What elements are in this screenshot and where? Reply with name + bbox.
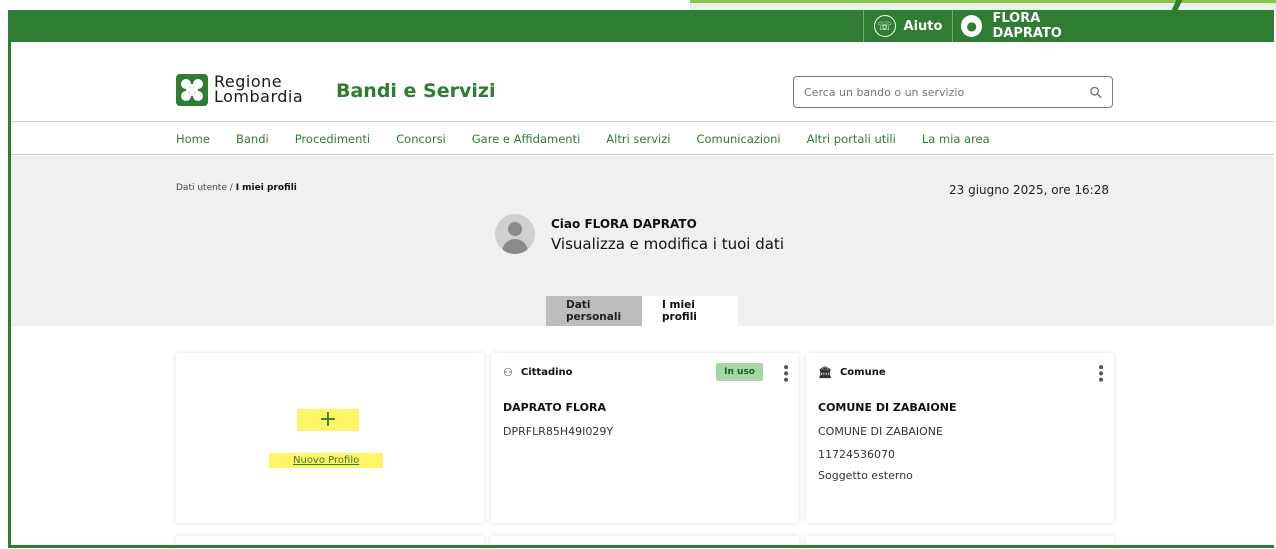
breadcrumb-current: I miei profili (235, 183, 297, 193)
user-icon: ● (961, 15, 983, 37)
card-header: 🏛 Comune (818, 366, 886, 379)
nav-item-altri-portali[interactable]: Altri portali utili (807, 132, 896, 146)
nav-item-altri-servizi[interactable]: Altri servizi (606, 132, 670, 146)
avatar (495, 214, 535, 254)
phone-icon: ☏ (873, 15, 896, 37)
avatar-body (502, 239, 528, 254)
help-button[interactable]: ☏ Aiuto (863, 10, 953, 42)
vat-number: 11724536070 (818, 448, 895, 461)
user-name: FLORA DAPRATO (992, 11, 1062, 41)
profile-card-partial[interactable] (806, 536, 1114, 545)
profile-card-partial[interactable] (491, 536, 799, 545)
breadcrumb-parent[interactable]: Dati utente (176, 183, 227, 193)
citizen-icon: ⚇ (503, 366, 513, 379)
status-badge: In uso (716, 363, 763, 381)
nav-item-bandi[interactable]: Bandi (236, 132, 269, 146)
page-title: Visualizza e modifica i tuoi dati (551, 235, 784, 253)
subject-type: Soggetto esterno (818, 469, 913, 482)
main-nav: Home Bandi Procedimenti Concorsi Gare e … (11, 121, 1274, 155)
comune-profile-card[interactable]: 🏛 Comune ••• COMUNE DI ZABAIONE COMUNE D… (806, 353, 1114, 523)
breadcrumb-separator: / (229, 183, 233, 193)
search-box[interactable]: ⚲ (793, 76, 1113, 108)
card-type: Cittadino (520, 367, 573, 378)
nav-item-concorsi[interactable]: Concorsi (396, 132, 446, 146)
entity-name: COMUNE DI ZABAIONE (818, 425, 943, 438)
help-label: Aiuto (903, 18, 943, 34)
page-frame: ☏ Aiuto ● FLORA DAPRATO Regione Lombardi… (8, 10, 1274, 548)
site-header: Regione Lombardia Bandi e Servizi ⚲ (11, 42, 1274, 130)
nav-item-home[interactable]: Home (176, 132, 210, 146)
site-brand[interactable]: Bandi e Servizi (336, 80, 495, 102)
building-icon: 🏛 (818, 366, 832, 379)
top-bar: ☏ Aiuto ● FLORA DAPRATO (11, 10, 1274, 42)
more-options-icon[interactable]: ••• (777, 363, 793, 382)
tab-miei-profili[interactable]: I miei profili (642, 296, 738, 326)
search-icon[interactable]: ⚲ (1085, 81, 1107, 103)
card-header: ⚇ Cittadino (503, 366, 573, 379)
cards-area: + Nuovo Profilo ⚇ Cittadino In uso ••• D… (11, 326, 1274, 545)
search-input[interactable] (804, 85, 1091, 99)
nav-item-comunicazioni[interactable]: Comunicazioni (696, 132, 780, 146)
profile-card-partial[interactable] (176, 536, 484, 545)
profile-name: DAPRATO FLORA (503, 401, 606, 414)
user-menu-button[interactable]: ● FLORA DAPRATO (961, 10, 1111, 42)
tab-dati-personali[interactable]: Dati personali (546, 296, 642, 326)
card-type: Comune (839, 367, 886, 378)
breadcrumb: Dati utente / I miei profili (176, 183, 297, 193)
profile-band: Dati utente / I miei profili 23 giugno 2… (11, 156, 1274, 326)
citizen-profile-card[interactable]: ⚇ Cittadino In uso ••• DAPRATO FLORA DPR… (491, 353, 799, 523)
avatar-head (508, 222, 522, 236)
more-options-icon[interactable]: ••• (1092, 363, 1108, 382)
logo-line2: Lombardia (214, 87, 304, 106)
profile-name: COMUNE DI ZABAIONE (818, 401, 957, 414)
nav-item-gare[interactable]: Gare e Affidamenti (472, 132, 581, 146)
nav-item-procedimenti[interactable]: Procedimenti (295, 132, 370, 146)
nav-item-mia-area[interactable]: La mia area (922, 132, 990, 146)
greeting: Ciao FLORA DAPRATO (551, 217, 697, 231)
new-profile-card[interactable]: + Nuovo Profilo (176, 353, 484, 523)
plus-icon[interactable]: + (297, 409, 359, 431)
fiscal-code: DPRFLR85H49I029Y (503, 425, 614, 438)
new-profile-link[interactable]: Nuovo Profilo (269, 453, 384, 468)
profile-tabs: Dati personali I miei profili (546, 296, 738, 326)
browser-tab-strip (690, 0, 1276, 10)
current-date: 23 giugno 2025, ore 16:28 (949, 183, 1109, 197)
regione-logo-icon[interactable] (176, 74, 208, 106)
logo-text[interactable]: Regione Lombardia (214, 74, 304, 106)
